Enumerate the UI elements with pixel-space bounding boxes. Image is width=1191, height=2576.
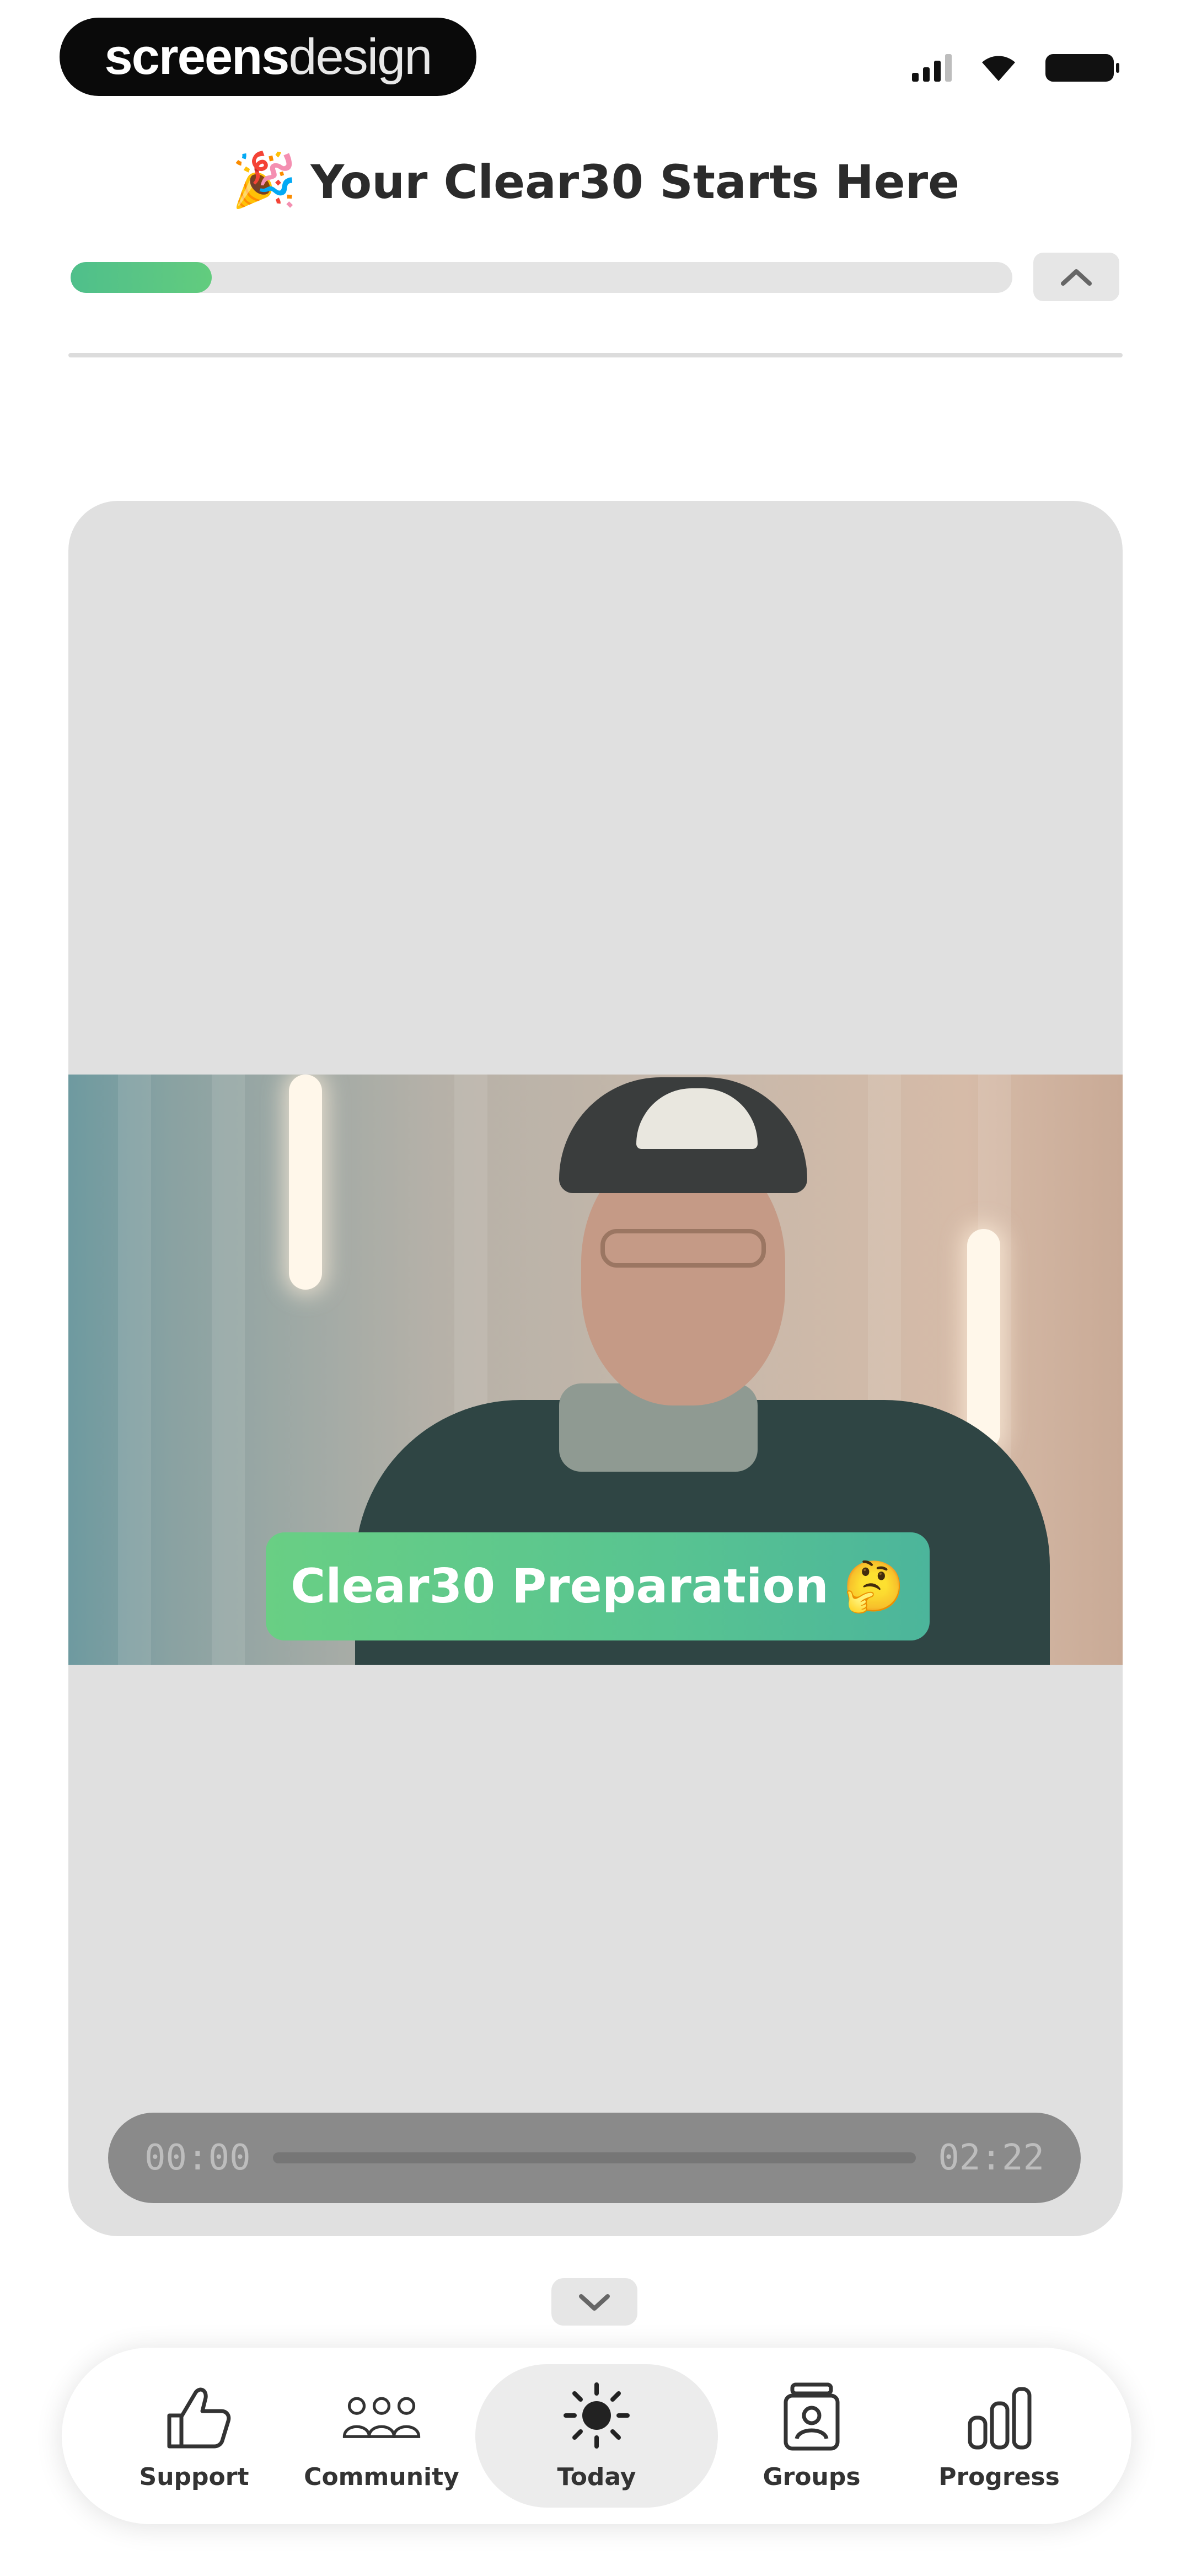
seek-bar[interactable] <box>272 2152 916 2163</box>
community-icon <box>342 2397 421 2438</box>
collapse-button[interactable] <box>1033 253 1119 301</box>
tab-groups[interactable]: Groups <box>718 2364 905 2508</box>
video-frame[interactable]: Clear30 Preparation 🤔 <box>68 1075 1123 1665</box>
tab-community-label: Community <box>304 2462 459 2491</box>
bar-chart-icon <box>968 2387 1032 2449</box>
watermark-light: design <box>288 28 432 85</box>
presenter-cap <box>559 1077 807 1193</box>
party-popper-icon: 🎉 <box>231 149 298 211</box>
page-title-text: Your Clear30 Starts Here <box>310 155 960 209</box>
thinking-face-icon: 🤔 <box>843 1557 905 1616</box>
wifi-icon <box>982 56 1015 81</box>
onboarding-progress-bar <box>71 262 1012 293</box>
studio-light-right <box>967 1229 1000 1450</box>
signal-icon <box>912 54 952 82</box>
tab-groups-label: Groups <box>763 2462 861 2491</box>
studio-light-left <box>289 1075 322 1290</box>
presenter-glasses <box>600 1229 766 1268</box>
watermark-strong: screens <box>104 28 290 85</box>
video-title-chip: Clear30 Preparation 🤔 <box>266 1532 930 1640</box>
current-time: 00:00 <box>144 2137 251 2178</box>
chevron-down-icon <box>579 2294 610 2311</box>
tab-support-label: Support <box>139 2462 249 2491</box>
sun-icon <box>564 2382 630 2449</box>
page-title: 🎉 Your Clear30 Starts Here <box>0 149 1191 211</box>
bottom-tab-bar: Support Community Today Groups Progress <box>62 2348 1131 2524</box>
progress-fill <box>71 262 212 293</box>
total-duration: 02:22 <box>938 2137 1044 2178</box>
tab-progress[interactable]: Progress <box>905 2364 1093 2508</box>
tab-today-label: Today <box>557 2462 636 2491</box>
groups-icon <box>784 2382 840 2450</box>
video-player-card[interactable]: Clear30 Preparation 🤔 00:00 02:22 <box>68 501 1123 2236</box>
playback-controls[interactable]: 00:00 02:22 <box>108 2113 1081 2203</box>
chevron-up-icon <box>1061 269 1092 286</box>
status-icons <box>912 49 1119 87</box>
app-screen: screens design 🎉 Your Clear30 Starts Here <box>0 0 1191 2576</box>
thumbs-up-icon <box>167 2387 231 2448</box>
header-divider <box>68 353 1123 357</box>
video-title: Clear30 Preparation <box>291 1559 829 1614</box>
tab-support[interactable]: Support <box>100 2364 288 2508</box>
tab-today[interactable]: Today <box>475 2364 718 2508</box>
battery-icon <box>1045 54 1119 82</box>
tab-progress-label: Progress <box>938 2462 1060 2491</box>
expand-button[interactable] <box>551 2278 637 2326</box>
tab-community[interactable]: Community <box>288 2364 475 2508</box>
screensdesign-watermark: screens design <box>60 18 476 96</box>
